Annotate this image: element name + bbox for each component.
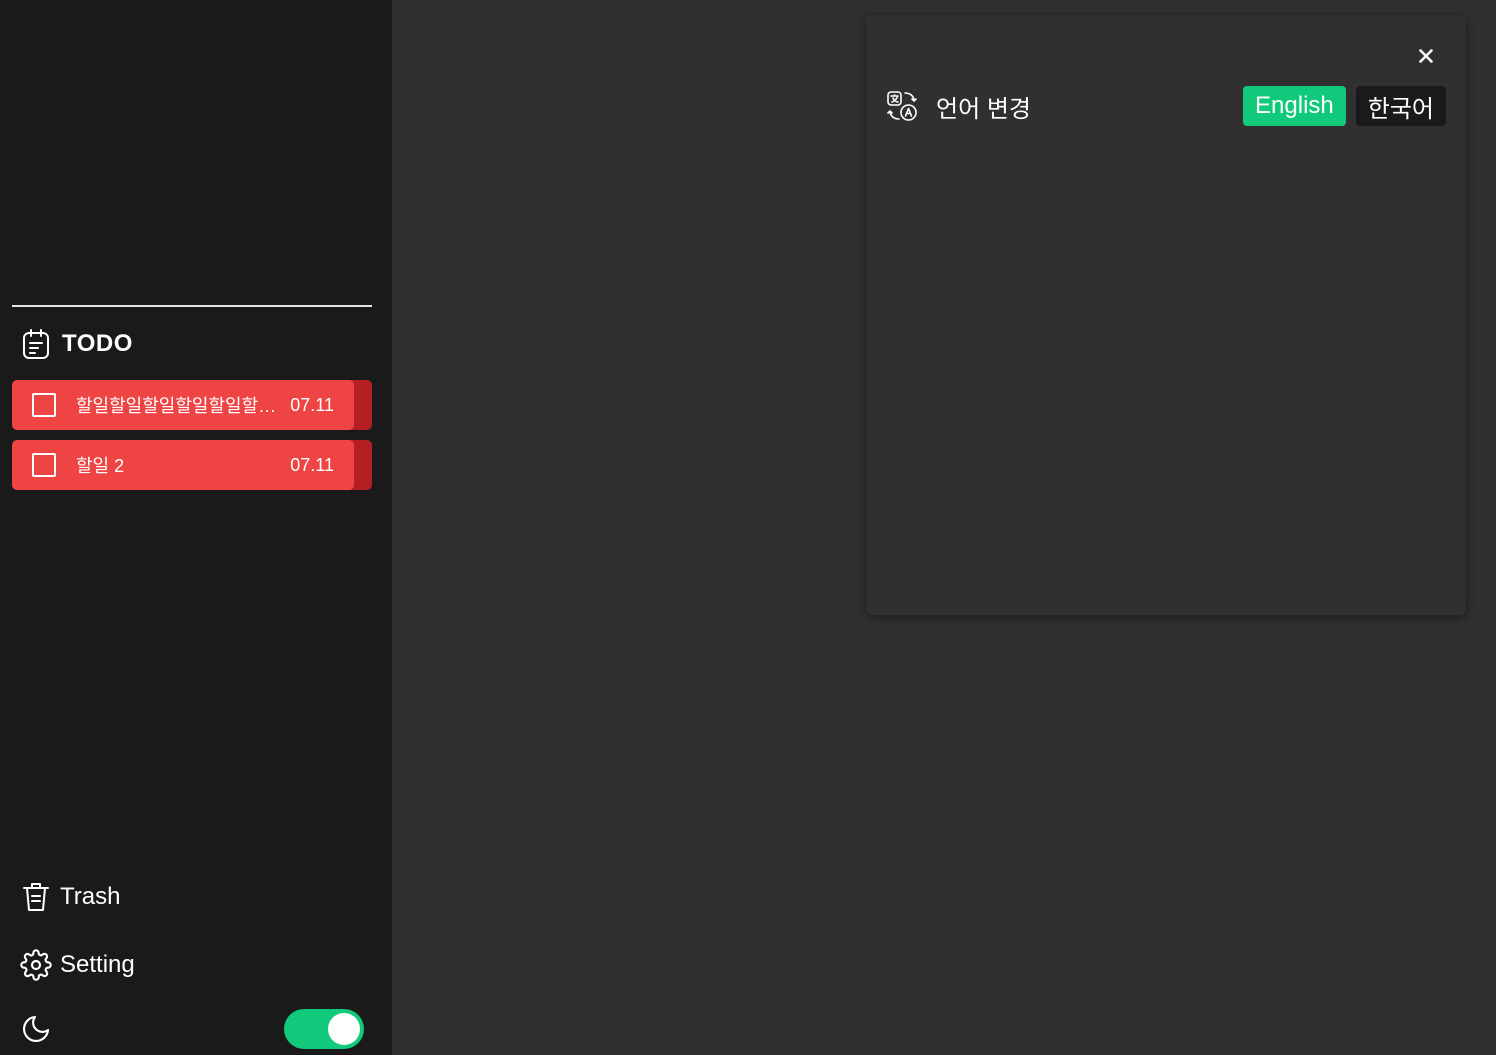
trash-icon [20,881,52,913]
gear-icon [20,949,52,981]
translate-icon [886,90,918,122]
todo-section-header[interactable]: TODO [22,328,133,360]
toggle-knob [328,1013,360,1045]
moon-icon [20,1013,52,1045]
close-button[interactable] [1414,44,1438,68]
sidebar-item-trash[interactable]: Trash [20,880,120,914]
close-icon [1419,49,1433,63]
todo-date: 07.11 [290,454,334,475]
todo-date: 07.11 [290,394,334,415]
todo-item[interactable]: 할일할일할일할일할일할일할일할일할일 07.11 [12,380,372,430]
todo-checkbox[interactable] [32,453,56,477]
todo-checkbox[interactable] [32,393,56,417]
dark-mode-toggle[interactable] [284,1009,364,1049]
language-setting-row: 언어 변경 English 한국어 [886,86,1446,126]
todo-text: 할일할일할일할일할일할일할일할일할일 [76,396,280,416]
language-options: English 한국어 [1243,86,1446,126]
settings-modal: 언어 변경 English 한국어 [866,15,1466,615]
trash-label: Trash [60,883,121,910]
setting-label: Setting [60,951,135,978]
todo-item[interactable]: 할일 2 07.11 [12,440,372,490]
sidebar-item-setting[interactable]: Setting [20,948,135,982]
todo-item-body[interactable]: 할일할일할일할일할일할일할일할일할일 07.11 [12,380,354,430]
sidebar-divider [12,305,372,307]
calendar-note-icon [22,328,50,360]
english-button[interactable]: English [1243,86,1346,126]
korean-button[interactable]: 한국어 [1355,86,1446,126]
language-label: 언어 변경 [936,95,1031,123]
todo-section-title: TODO [62,330,133,357]
todo-text: 할일 2 [76,456,125,476]
sidebar: TODO 할일할일할일할일할일할일할일할일할일 07.11 할일 2 07.11… [0,0,392,1055]
todo-item-body[interactable]: 할일 2 07.11 [12,440,354,490]
